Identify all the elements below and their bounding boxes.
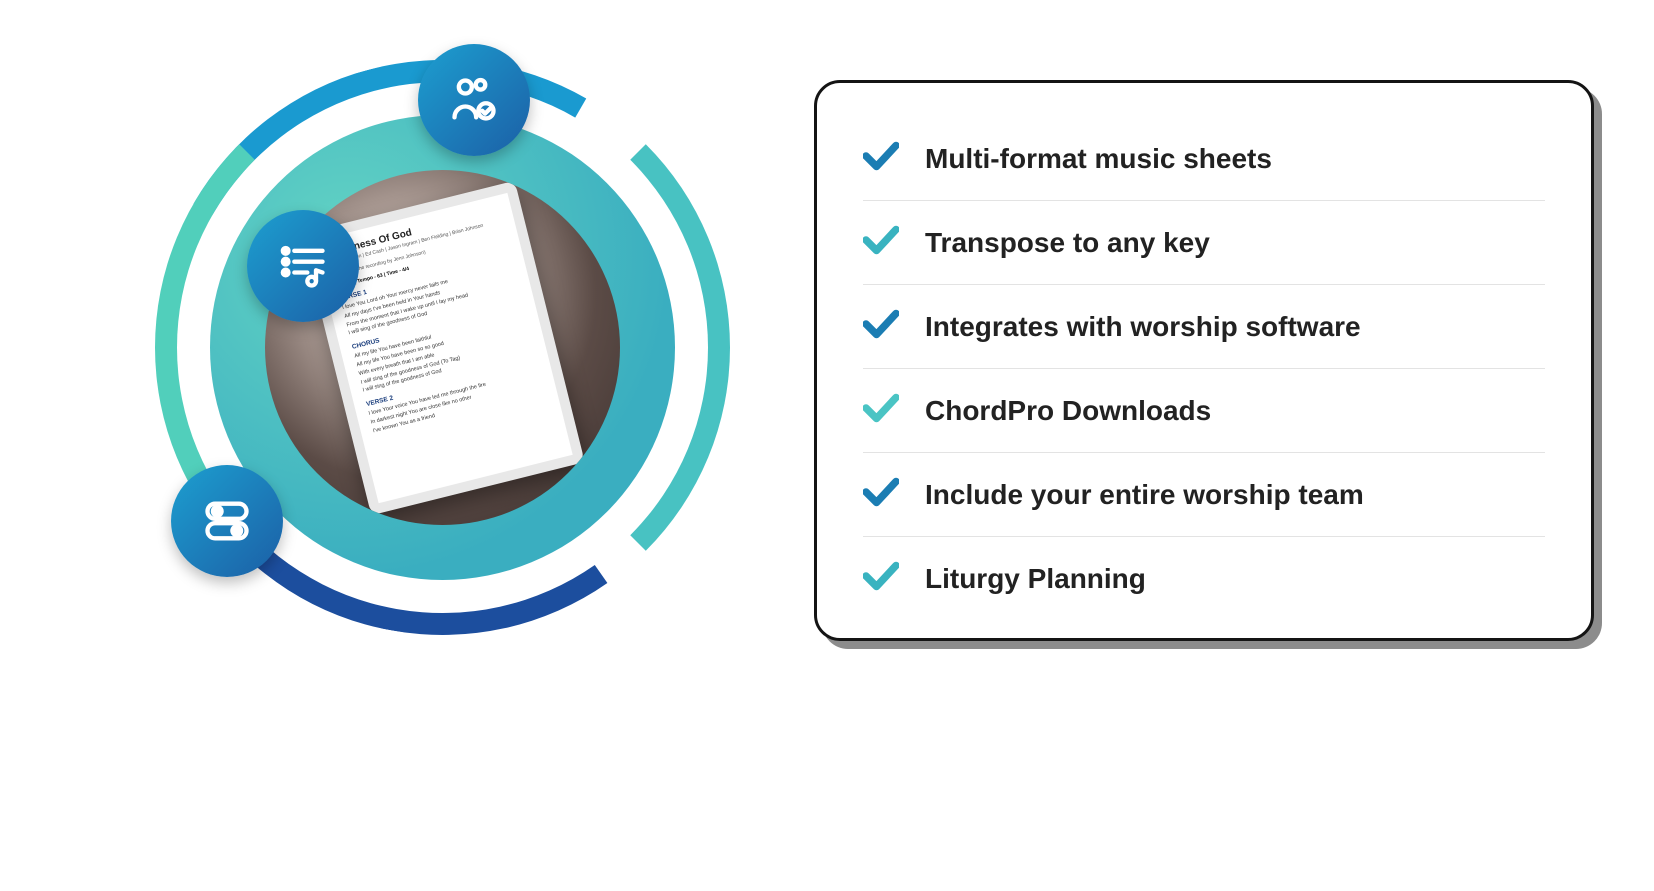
feature-item: Transpose to any key bbox=[863, 200, 1545, 284]
feature-label: Transpose to any key bbox=[925, 227, 1210, 259]
toggle-sliders-icon bbox=[171, 465, 283, 577]
feature-label: Include your entire worship team bbox=[925, 479, 1364, 511]
feature-item: Integrates with worship software bbox=[863, 284, 1545, 368]
check-icon bbox=[863, 561, 899, 596]
feature-label: Multi-format music sheets bbox=[925, 143, 1272, 175]
check-icon bbox=[863, 393, 899, 428]
check-icon bbox=[863, 477, 899, 512]
feature-label: Liturgy Planning bbox=[925, 563, 1146, 595]
check-icon bbox=[863, 225, 899, 260]
music-list-icon bbox=[247, 210, 359, 322]
feature-item: Multi-format music sheets bbox=[863, 117, 1545, 200]
people-check-icon bbox=[418, 44, 530, 156]
feature-label: ChordPro Downloads bbox=[925, 395, 1211, 427]
feature-item: ChordPro Downloads bbox=[863, 368, 1545, 452]
feature-item: Liturgy Planning bbox=[863, 536, 1545, 620]
feature-item: Include your entire worship team bbox=[863, 452, 1545, 536]
feature-card: Multi-format music sheets Transpose to an… bbox=[814, 80, 1594, 641]
check-icon bbox=[863, 309, 899, 344]
feature-label: Integrates with worship software bbox=[925, 311, 1361, 343]
hero-graphic: Goodness Of God Jenn Johnson | Ed Cash |… bbox=[155, 60, 730, 635]
check-icon bbox=[863, 141, 899, 176]
